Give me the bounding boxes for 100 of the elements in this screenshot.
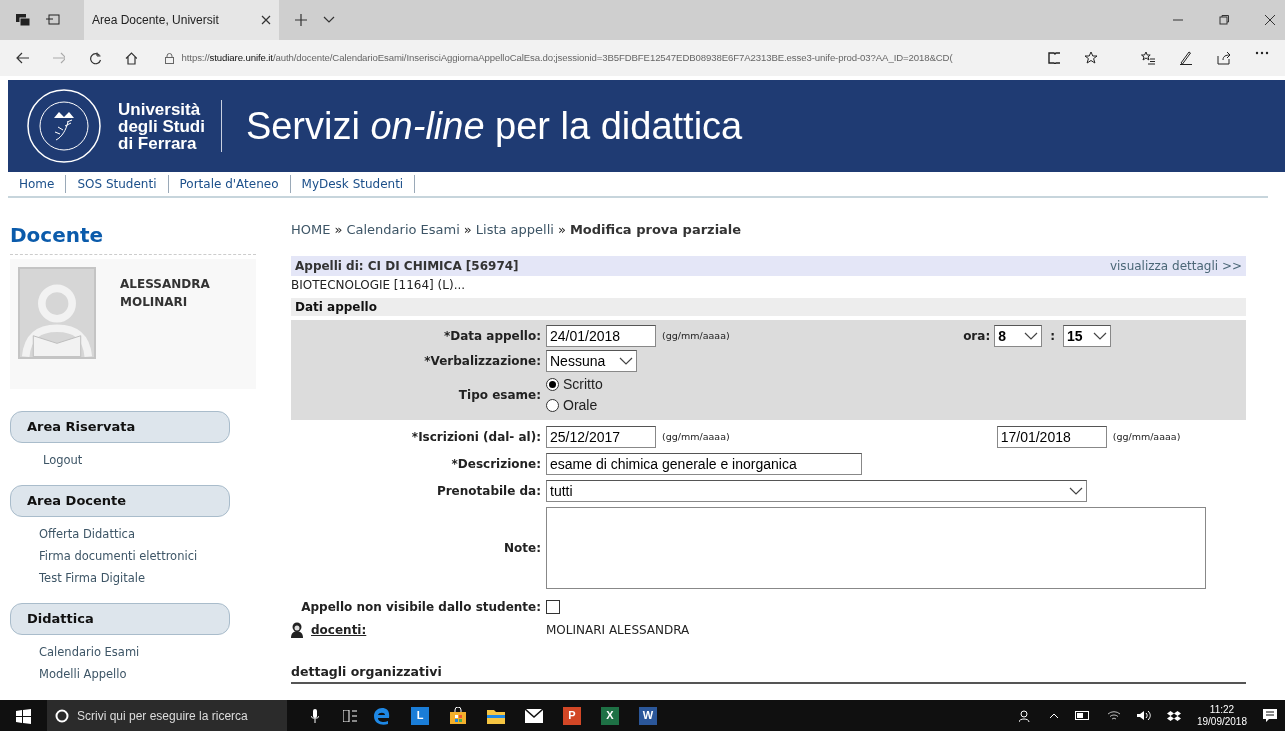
radio-button[interactable] (546, 399, 559, 412)
folder-icon[interactable] (487, 707, 505, 724)
sidebar-link[interactable]: Modelli Appello (39, 663, 127, 685)
text-field[interactable]: esame di chimica generale e inorganica (546, 453, 862, 475)
date-format-hint: (gg/mm/aaaa) (662, 328, 730, 343)
date-field[interactable]: 17/01/2018 (996, 426, 1107, 448)
nav-link[interactable]: SOS Studenti (66, 175, 169, 193)
search-field[interactable]: Scrivi qui per eseguire la ricerca (47, 700, 287, 731)
nav-link[interactable]: Portale d'Ateneo (168, 175, 291, 193)
set-aside-tabs-icon[interactable] (46, 14, 60, 26)
chevron-down-icon (619, 356, 633, 366)
docenti-link[interactable]: docenti: (311, 621, 367, 639)
logo-text: Università (118, 100, 202, 118)
details-link[interactable]: visualizza dettagli >> (1109, 257, 1242, 275)
dropbox-icon[interactable] (1166, 709, 1181, 722)
sidebar-link[interactable]: Logout (43, 449, 83, 471)
site-title: Servizi on-line per la didattica (245, 103, 743, 149)
dropdown[interactable]: tutti (546, 480, 1087, 502)
sidebar-link[interactable]: Offerta Didattica (39, 523, 135, 545)
task-view-icon[interactable] (343, 709, 357, 722)
dropdown[interactable]: 8 (994, 325, 1043, 347)
favorites-icon[interactable] (1141, 51, 1155, 65)
app-icon[interactable]: L (411, 706, 429, 725)
new-tab-icon[interactable] (295, 14, 307, 26)
field-label: Appello non visibile dallo studente: (300, 599, 542, 616)
envelope-icon[interactable] (525, 708, 543, 723)
microphone-icon[interactable] (311, 708, 319, 723)
breadcrumb-separator: » (463, 221, 472, 239)
people-icon[interactable] (1018, 709, 1033, 722)
app-icon[interactable]: X (601, 706, 619, 725)
breadcrumb-separator: » (334, 221, 343, 239)
windows-start-icon[interactable] (16, 708, 31, 724)
reading-view-icon[interactable] (1047, 52, 1061, 64)
date-field[interactable]: 25/12/2017 (546, 426, 656, 448)
share-icon[interactable] (1217, 51, 1231, 65)
chevron-down-icon (1093, 331, 1107, 341)
person-icon (291, 622, 303, 638)
star-icon[interactable] (1084, 51, 1097, 65)
restore-icon[interactable] (1219, 15, 1229, 25)
chevron-down-icon (1069, 486, 1083, 496)
sidebar-section-header: Area Riservata (10, 411, 230, 443)
field-label: *Verbalizzazione: (423, 353, 542, 370)
cortana-circle-icon (55, 708, 69, 723)
lock-icon (164, 52, 174, 64)
battery-icon (1074, 711, 1091, 720)
browser-tab[interactable]: Area Docente, Universit (84, 0, 279, 40)
more-icon[interactable] (1255, 51, 1269, 55)
field-label: Note: (503, 540, 542, 557)
refresh-icon[interactable] (89, 51, 101, 65)
field-label: *Iscrizioni (dal- al): (410, 429, 542, 446)
close-icon[interactable] (1265, 15, 1275, 25)
field-label: Prenotabile da: (435, 483, 542, 500)
checkbox[interactable] (546, 600, 560, 614)
speaker-icon[interactable] (1136, 710, 1151, 721)
app-icon[interactable]: P (563, 706, 581, 725)
sidebar-section-header: Didattica (10, 603, 230, 635)
dropdown[interactable]: Nessuna (546, 350, 637, 372)
date-field[interactable]: 24/01/2018 (546, 325, 656, 347)
wifi-icon[interactable] (1106, 710, 1121, 721)
radio-label[interactable]: Orale (563, 395, 598, 416)
nav-link[interactable]: MyDesk Studenti (290, 175, 416, 193)
appelli-title: Appelli di: CI DI CHIMICA [56974] (295, 258, 519, 275)
home-icon[interactable] (124, 51, 137, 65)
tab-actions-icon[interactable] (16, 14, 30, 26)
nav-link[interactable]: Home (8, 175, 67, 193)
breadcrumb-link[interactable]: HOME (291, 220, 331, 256)
notification-icon[interactable] (1263, 708, 1277, 723)
sidebar-link[interactable]: Test Firma Digitale (39, 567, 146, 589)
breadcrumb-link[interactable]: Lista appelli (475, 220, 554, 256)
pen-icon[interactable] (1179, 51, 1193, 65)
user-name: ALESSANDRA MOLINARI (120, 276, 211, 311)
section-header: Dati appello (291, 298, 1246, 316)
note-textarea[interactable] (546, 507, 1206, 589)
sidebar-link[interactable]: Firma documenti elettronici (39, 545, 198, 567)
university-seal-icon (26, 88, 102, 164)
chevron-down-icon[interactable] (323, 16, 335, 24)
shopping-bag-icon[interactable] (449, 706, 467, 725)
field-label: ora: (963, 328, 991, 345)
radio-button[interactable] (546, 378, 559, 391)
sidebar-section-header: Area Docente (10, 485, 230, 517)
tab-title: Area Docente, Universit (92, 12, 220, 29)
time-separator: : (1050, 328, 1055, 345)
breadcrumb-link[interactable]: Calendario Esami (346, 220, 460, 256)
caret-up-icon[interactable] (1048, 712, 1059, 719)
section-header: dettagli organizzativi (291, 663, 1246, 684)
radio-label[interactable]: Scritto (563, 374, 603, 395)
back-icon[interactable] (16, 52, 29, 64)
avatar-silhouette-icon (18, 267, 96, 359)
clock-date[interactable]: 19/09/2018 (1196, 715, 1247, 728)
browser-e-icon[interactable] (373, 706, 391, 725)
clock-time[interactable]: 11:22 (1209, 703, 1235, 716)
sidebar-link[interactable]: Calendario Esami (39, 641, 140, 663)
appelli-subtitle: BIOTECNOLOGIE [1164] (L)... (291, 277, 467, 294)
close-icon[interactable] (261, 15, 271, 25)
logo-text: di Ferrara (118, 134, 198, 152)
breadcrumb-current: Modifica prova parziale (569, 221, 742, 239)
docenti-value: MOLINARI ALESSANDRA (546, 622, 690, 639)
field-label: Tipo esame: (457, 387, 542, 404)
app-icon[interactable]: W (639, 706, 657, 725)
dropdown[interactable]: 15 (1063, 325, 1111, 347)
